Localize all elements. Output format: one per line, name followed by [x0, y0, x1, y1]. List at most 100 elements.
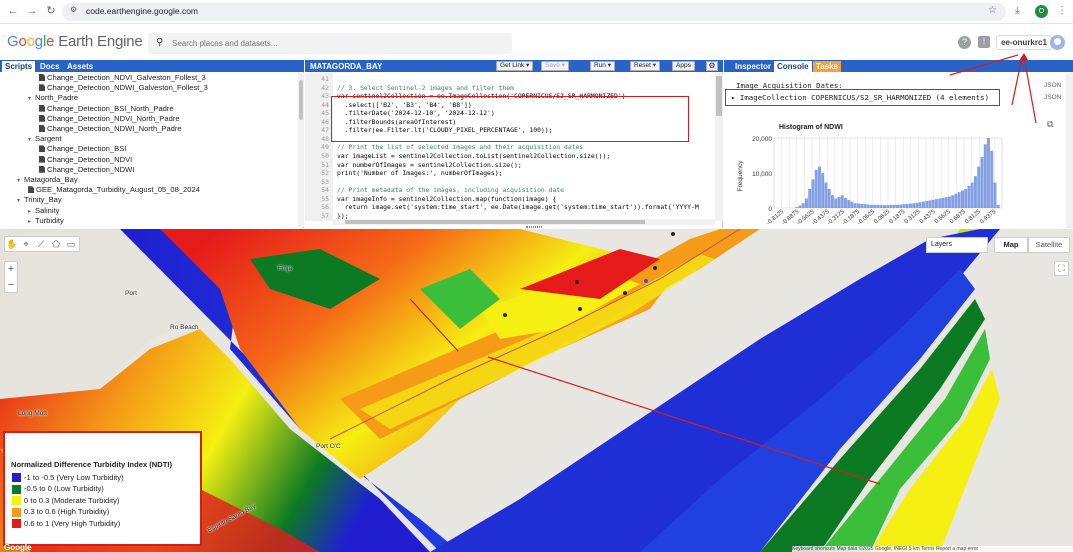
legend-swatch [12, 484, 21, 494]
rectangle-icon[interactable]: ▭ [65, 238, 77, 250]
site-info-icon[interactable]: ⚙ [70, 5, 77, 14]
script-file-item[interactable]: Change_Detection_NDVI_North_Padre [39, 114, 180, 124]
script-file-item[interactable]: Change_Detection_NDWI_North_Padre [39, 124, 182, 134]
script-file-item[interactable]: Change_Detection_BSI_North_Padre [39, 104, 174, 114]
browser-profile-avatar[interactable]: O [1035, 5, 1048, 18]
code-line[interactable]: print('Number of Images:', numberOfImage… [337, 169, 502, 178]
zoom-out-button[interactable]: − [4, 278, 18, 292]
reset-button[interactable]: Reset ▾ [630, 61, 661, 71]
script-file-item[interactable]: Change_Detection_NDVI_Galveston_Follest_… [39, 73, 206, 83]
script-folder-item[interactable]: ▸ Salinity [28, 206, 59, 216]
tree-item-label: GEE_Matagorda_Turbidity_August_05_08_202… [36, 185, 200, 195]
tab-docs[interactable]: Docs [37, 61, 63, 72]
tab-scripts[interactable]: Scripts [2, 61, 36, 72]
line-number: 51 [321, 160, 329, 169]
reload-icon[interactable]: ↻ [44, 4, 58, 18]
tree-scrollbar-thumb[interactable] [299, 80, 303, 120]
tab-console[interactable]: Console [774, 61, 812, 72]
histogram-bar [905, 203, 909, 208]
line-number: 45 [321, 109, 329, 118]
fullscreen-icon[interactable]: ⛶ [1054, 261, 1069, 276]
code-line[interactable]: var imageList = sentinel2Collection.toLi… [337, 152, 610, 161]
legend-swatch [12, 473, 21, 482]
histogram-bar [938, 198, 942, 208]
tab-tasks[interactable]: Tasks [813, 61, 842, 72]
script-file-item[interactable]: Change_Detection_BSI [39, 144, 126, 154]
legend-label: 0.6 to 1 (Very High Turbidity) [24, 518, 121, 528]
histogram-title: Histogram of NDWI [779, 124, 843, 131]
file-icon [39, 84, 45, 92]
zoom-in-button[interactable]: + [4, 262, 18, 276]
script-folder-item[interactable]: ▾ Sargent [28, 134, 62, 144]
histogram-bar [879, 205, 883, 208]
code-line[interactable]: var numberOfImages = sentinel2Collection… [337, 161, 522, 170]
file-icon [39, 155, 45, 163]
settings-gear-icon[interactable]: ⚙ [706, 61, 718, 71]
hand-icon[interactable]: ✋ [6, 238, 18, 250]
marker-icon[interactable]: ⌖ [20, 238, 32, 250]
earth-engine-logo[interactable]: Google Earth Engine [7, 33, 143, 50]
code-line[interactable]: // Print metadata of the images, includi… [337, 186, 564, 195]
script-folder-item[interactable]: ▾ Trinity_Bay [17, 195, 62, 205]
histogram-bar [840, 195, 844, 208]
back-icon[interactable]: ← [6, 4, 20, 18]
code-line[interactable]: return image.set('system:time_start', ee… [337, 203, 699, 212]
bookmark-star-icon[interactable]: ☆ [988, 5, 997, 16]
editor-scrollbar-thumb[interactable] [716, 76, 722, 116]
histogram-bar [798, 205, 802, 208]
script-file-item[interactable]: Change_Detection_NDWI [39, 165, 134, 175]
download-icon[interactable]: ⤓ [1015, 5, 1019, 16]
apps-button[interactable]: Apps [672, 61, 695, 71]
legend-label: -1 to -0.5 (Very Low Turbidity) [24, 472, 124, 482]
get-link-button[interactable]: Get Link ▾ [496, 61, 534, 71]
script-tree: Change_Detection_NDVI_Galveston_Follest_… [0, 73, 298, 227]
json-link[interactable]: JSON [1044, 94, 1061, 101]
tree-item-label: Matagorda_Bay [24, 175, 78, 184]
editor-h-scrollbar-thumb[interactable] [345, 220, 645, 224]
search-input[interactable] [172, 36, 502, 51]
script-file-item[interactable]: Change_Detection_NDVI [39, 155, 132, 165]
histogram-bar [922, 201, 925, 208]
code-line[interactable]: // Print the list of selected images and… [337, 143, 583, 152]
user-avatar[interactable] [1050, 35, 1065, 50]
file-icon [39, 165, 45, 173]
histogram-bar [961, 190, 964, 208]
line-number: 54 [321, 186, 329, 195]
json-link[interactable]: JSON [1044, 82, 1061, 89]
browser-menu-icon[interactable]: ⋮ [1057, 5, 1067, 16]
map-type-map-button[interactable]: Map [994, 237, 1028, 253]
histogram-bar [957, 192, 961, 208]
script-folder-item[interactable]: ▾ North_Padre [28, 93, 78, 103]
line-icon[interactable]: ⟋ [35, 238, 47, 250]
code-line[interactable]: var imageInfo = sentinel2Collection.map(… [337, 195, 556, 204]
x-tick-label: 0.9375 [979, 209, 997, 226]
script-folder-item[interactable]: ▸ Turbidity [28, 216, 64, 226]
code-line[interactable]: // 3. Select Sentinel-2 images and filte… [337, 84, 514, 93]
caret-down-icon: ▾ [17, 198, 21, 205]
forward-icon[interactable]: → [25, 4, 39, 18]
place-label: Port [125, 290, 137, 297]
console-scrollbar[interactable] [1066, 73, 1073, 228]
polygon-icon[interactable]: ⬠ [50, 238, 62, 250]
histogram-bar [818, 166, 821, 208]
script-folder-item[interactable]: ▾ Matagorda_Bay [17, 175, 78, 185]
tab-inspector[interactable]: Inspector [732, 61, 774, 72]
tree-item-label: Change_Detection_NDWI_North_Padre [47, 124, 182, 133]
save-button[interactable]: Save ▾ [541, 61, 569, 71]
script-file-item[interactable]: Change_Detection_NDWI_Galveston_Follest_… [39, 83, 208, 93]
place-label: Port O'C [316, 443, 341, 450]
tab-assets[interactable]: Assets [64, 61, 96, 72]
run-button[interactable]: Run ▾ [590, 61, 616, 71]
histogram-bar [918, 202, 922, 208]
panel-splitter-handle[interactable] [526, 226, 542, 228]
histogram-bar [805, 198, 808, 208]
map-type-satellite-button[interactable]: Satellite [1028, 237, 1070, 253]
open-external-icon[interactable]: ⧉ [1047, 119, 1053, 130]
caret-right-icon: ▸ [28, 218, 32, 225]
script-file-item[interactable]: GEE_Matagorda_Turbidity_August_05_08_202… [28, 185, 200, 195]
url-text: code.earthengine.google.com [86, 6, 198, 16]
layers-button[interactable]: Layers [926, 237, 988, 253]
address-bar[interactable] [62, 3, 1006, 21]
file-icon [39, 114, 45, 122]
map-attribution[interactable]: Keyboard shortcuts Map data ©2025 Google… [792, 546, 1073, 552]
